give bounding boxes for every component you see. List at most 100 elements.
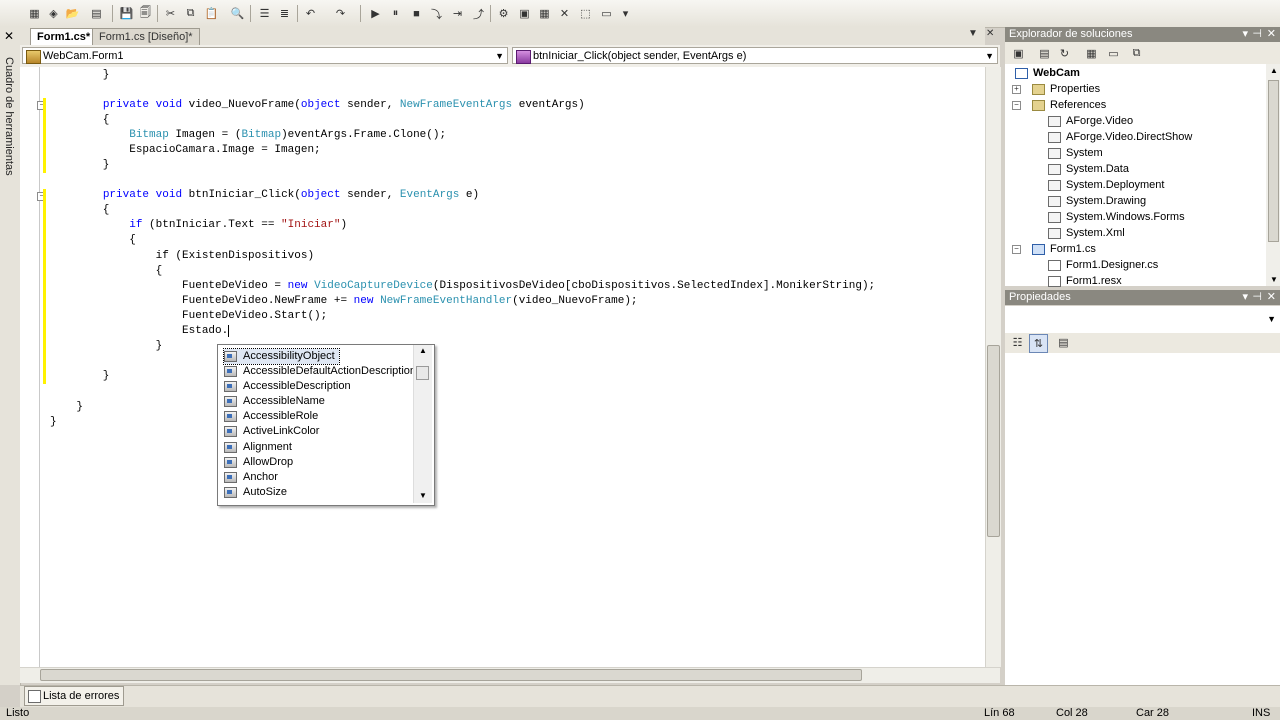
collapse-icon[interactable]: − [1012,245,1021,254]
editor-horizontal-scroll-thumb[interactable] [40,669,862,681]
expand-icon[interactable]: + [1012,85,1021,94]
toolbox-icon[interactable]: ✕ [556,5,573,22]
property-icon [224,426,237,437]
chevron-down-icon[interactable]: ▾ [1242,290,1248,305]
tab-form1-cs[interactable]: Form1.cs* [30,28,98,45]
chevron-down-icon[interactable]: ▼ [1270,275,1278,284]
tree-node-file[interactable]: Form1.Designer.cs [1048,257,1158,273]
tree-node-file[interactable]: Form1.resx [1048,273,1122,289]
solution-tree-scrollbar[interactable]: ▲ ▼ [1266,64,1280,286]
tree-node-reference[interactable]: AForge.Video [1048,113,1133,129]
start-debug-icon[interactable]: ▶ [367,5,384,22]
status-line: Lín 68 [984,707,1015,719]
pin-icon[interactable]: ⊣ [1252,290,1262,305]
tree-node-reference[interactable]: System.Data [1048,161,1129,177]
add-item-icon[interactable]: ◈ [45,5,62,22]
chevron-down-icon[interactable]: ▼ [419,491,427,500]
step-out-icon[interactable]: ⤴ [470,5,487,22]
show-all-files-icon[interactable]: ▤ [1036,45,1053,62]
extension-icon[interactable]: ⬚ [577,5,594,22]
save-icon[interactable]: 💾 [118,5,135,22]
property-pages-icon[interactable]: ▤ [1055,334,1072,351]
open-file-icon[interactable]: 📂 [64,5,81,22]
reference-icon [1048,195,1061,207]
chevron-down-icon: ▼ [985,51,994,61]
intellisense-item[interactable]: AllowDrop [224,455,293,470]
cut-icon[interactable]: ✂ [162,5,179,22]
properties-icon[interactable]: ▣ [1010,45,1027,62]
toolbox-strip[interactable]: ✕ Cuadro de herramientas [0,27,21,685]
class-combo[interactable]: WebCam.Form1 ▼ [22,47,508,64]
alphabetical-icon[interactable]: ⇅ [1029,334,1048,353]
tree-node-project[interactable]: WebCam [1015,65,1080,81]
intellisense-item[interactable]: AccessibilityObject [223,348,340,365]
close-icon[interactable]: ✕ [1267,290,1276,305]
pause-icon[interactable]: ⏸ [387,5,404,22]
stop-icon[interactable]: ■ [408,5,425,22]
save-all-icon[interactable]: 🗐 [137,5,154,22]
redo-icon[interactable]: ↷ [332,5,349,22]
paste-icon[interactable]: 📋 [203,5,220,22]
refresh-icon[interactable]: ↻ [1056,45,1073,62]
tree-node-reference[interactable]: System.Windows.Forms [1048,209,1185,225]
properties-object-combo[interactable]: ▼ [1005,306,1280,334]
collapse-icon[interactable]: − [1012,101,1021,110]
tree-node-reference[interactable]: System.Deployment [1048,177,1164,193]
pin-icon[interactable]: ⊣ [1252,27,1262,42]
intellisense-item[interactable]: Alignment [224,440,292,455]
tree-node-reference[interactable]: AForge.Video.DirectShow [1048,129,1192,145]
step-over-icon[interactable]: ⇥ [449,5,466,22]
object-browser-icon[interactable]: ▦ [536,5,553,22]
intellisense-item[interactable]: AccessibleDefaultActionDescription [224,364,416,379]
tree-node-reference[interactable]: System.Xml [1048,225,1125,241]
intellisense-item[interactable]: ActiveLinkColor [224,424,319,439]
add-project-icon[interactable]: ▦ [26,5,43,22]
window-icon[interactable]: ▭ [598,5,615,22]
uncomment-icon[interactable]: ≣ [276,5,293,22]
solution-tree[interactable]: WebCam + Properties − References AForge.… [1005,64,1280,289]
copy-icon[interactable]: ⧉ [182,5,199,22]
intellisense-item[interactable]: AccessibleName [224,394,325,409]
view-designer-icon[interactable]: ▭ [1105,45,1122,62]
cs-file-icon [1048,259,1061,271]
tree-node-form[interactable]: Form1.cs [1032,241,1096,257]
member-combo[interactable]: btnIniciar_Click(object sender, EventArg… [512,47,998,64]
tree-node-reference[interactable]: System.Drawing [1048,193,1146,209]
dropdown-icon[interactable]: ▾ [617,5,634,22]
editor-vertical-scroll-thumb[interactable] [987,345,1000,537]
categorized-icon[interactable]: ☷ [1009,334,1026,351]
code-line: } [50,370,110,382]
comment-icon[interactable]: ☰ [256,5,273,22]
tree-node-references[interactable]: References [1032,97,1106,113]
undo-icon[interactable]: ↶ [302,5,319,22]
tab-list-icon[interactable]: ▼ [968,28,978,39]
intellisense-item[interactable]: AccessibleRole [224,409,318,424]
view-code-icon[interactable]: ▦ [1083,45,1100,62]
intellisense-scroll-thumb[interactable] [416,366,429,380]
intellisense-item[interactable]: Anchor [224,470,278,485]
tree-node-reference[interactable]: System [1048,145,1103,161]
new-project-icon[interactable]: ▤ [88,5,105,22]
close-icon[interactable]: ✕ [1267,27,1276,42]
solution-tree-scroll-thumb[interactable] [1268,80,1279,242]
find-icon[interactable]: 🔍 [229,5,246,22]
tab-form1-design[interactable]: Form1.cs [Diseño]* [92,28,200,45]
reference-icon [1048,227,1061,239]
chevron-down-icon[interactable]: ▾ [1242,27,1248,42]
toolbox-label[interactable]: Cuadro de herramientas [3,57,15,176]
class-diagram-icon[interactable]: ⧉ [1128,45,1145,62]
tree-node-properties[interactable]: Properties [1032,81,1100,97]
chevron-up-icon[interactable]: ▲ [419,346,427,355]
intellisense-list[interactable]: AccessibilityObject AccessibleDefaultAct… [217,344,435,506]
properties-icon[interactable]: ▣ [516,5,533,22]
error-list-tab[interactable]: Lista de errores [24,686,125,706]
close-icon[interactable]: ✕ [986,28,994,39]
intellisense-scrollbar[interactable]: ▲ ▼ [413,345,432,503]
chevron-up-icon[interactable]: ▲ [1270,66,1278,75]
solution-explorer-icon[interactable]: ⚙ [495,5,512,22]
step-into-icon[interactable]: ⤵ [428,5,445,22]
intellisense-item[interactable]: AutoSize [224,485,287,500]
code-line-current: Estado. [50,324,236,339]
intellisense-item[interactable]: AccessibleDescription [224,379,351,394]
properties-grid[interactable] [1005,353,1280,685]
